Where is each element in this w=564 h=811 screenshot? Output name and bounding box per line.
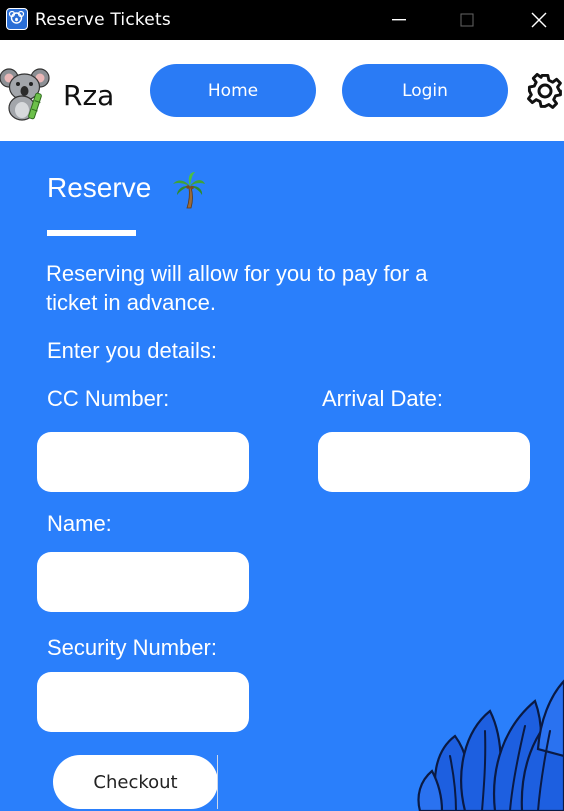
- arrival-date-input[interactable]: [318, 432, 530, 492]
- name-input[interactable]: [37, 552, 249, 612]
- home-button[interactable]: Home: [150, 64, 316, 117]
- arrival-date-label: Arrival Date:: [322, 386, 444, 411]
- security-number-label: Security Number:: [47, 635, 217, 660]
- brand-name: Rza: [63, 79, 115, 112]
- details-prompt: Enter you details:: [47, 338, 217, 363]
- security-number-input[interactable]: [37, 672, 249, 732]
- page-title: Reserve: [47, 172, 152, 203]
- checkout-button[interactable]: Checkout: [53, 755, 218, 809]
- window-title: Reserve Tickets: [35, 10, 171, 30]
- flower-decoration: [410, 661, 564, 811]
- minimize-button[interactable]: [376, 0, 422, 40]
- window-titlebar: Reserve Tickets: [0, 0, 564, 40]
- heading-underline: [47, 230, 136, 236]
- cc-number-label: CC Number:: [47, 386, 170, 411]
- koala-app-icon: [6, 8, 28, 30]
- close-button[interactable]: [516, 0, 562, 40]
- divider-line: [217, 755, 218, 809]
- maximize-button[interactable]: [444, 0, 490, 40]
- description-text: Reserving will allow for you to pay for …: [46, 261, 428, 315]
- reserve-panel: Reserve Reserving will allow for you to …: [0, 141, 564, 811]
- login-button[interactable]: Login: [342, 64, 508, 117]
- koala-logo[interactable]: [0, 65, 50, 126]
- palm-tree-icon: [172, 171, 206, 214]
- cc-number-input[interactable]: [37, 432, 249, 492]
- close-icon: [531, 12, 547, 28]
- gear-icon[interactable]: [526, 72, 564, 115]
- name-label: Name:: [47, 511, 112, 536]
